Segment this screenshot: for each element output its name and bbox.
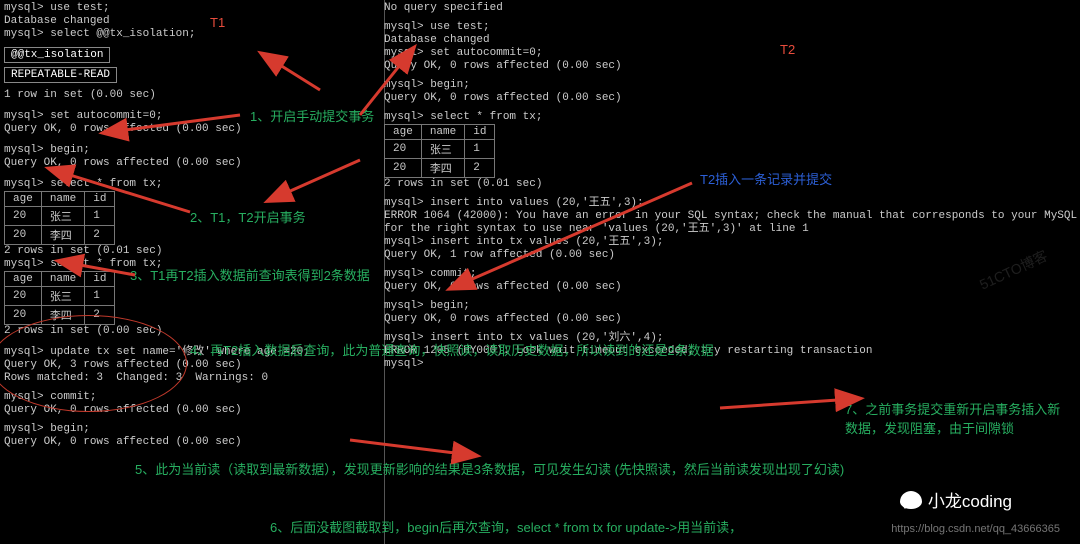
line: Query OK, 0 rows affected (0.00 sec) <box>384 281 1080 294</box>
result-table-1: agenameid 20张三1 20李四2 <box>4 191 115 245</box>
note-7: 7、之前事务提交重新开启事务插入新数据，发现阻塞，由于间隙锁 <box>845 399 1065 437</box>
wechat-text: 小龙coding <box>928 487 1012 512</box>
isolation-header: @@tx_isolation <box>4 47 110 63</box>
line: mysql> begin; <box>4 423 380 436</box>
line: Query OK, 0 rows affected (0.00 sec) <box>384 313 1080 326</box>
line: Query OK, 0 rows affected (0.00 sec) <box>384 92 1080 105</box>
line: for the right syntax to use near 'values… <box>384 223 1080 236</box>
line: mysql> use test; <box>4 2 380 15</box>
wechat-badge: 小龙coding <box>900 487 1012 512</box>
note-4: 4、再T2插入数据后查询，此为普通查询，快照读，读取历史数据，所以读到的还是2条… <box>190 340 790 359</box>
note-3: 3、T1再T2插入数据前查询表得到2条数据 <box>130 265 370 284</box>
line: Query OK, 1 row affected (0.00 sec) <box>384 249 1080 262</box>
label-t1: T1 <box>210 15 225 30</box>
line: mysql> begin; <box>384 79 1080 92</box>
note-6: 6、后面没截图截取到，begin后再次查询，select * from tx f… <box>270 517 970 536</box>
wechat-icon <box>900 491 922 509</box>
line: Database changed <box>4 15 380 28</box>
line: mysql> insert into tx values (20,'王五',3)… <box>384 236 1080 249</box>
line: mysql> begin; <box>384 300 1080 313</box>
line: Query OK, 0 rows affected (0.00 sec) <box>384 60 1080 73</box>
note-5: 5、此为当前读（读取到最新数据），发现更新影响的结果是3条数据，可见发生幻读 (… <box>135 459 1035 478</box>
line: No query specified <box>384 2 1080 15</box>
line: mysql> begin; <box>4 144 380 157</box>
label-t2: T2 <box>780 42 795 57</box>
url-watermark: https://blog.csdn.net/qq_43666365 <box>891 523 1060 535</box>
line: Database changed <box>384 34 1080 47</box>
note-t2-insert: T2插入一条记录并提交 <box>700 169 832 188</box>
isolation-value: REPEATABLE-READ <box>4 67 117 83</box>
line: 1 row in set (0.00 sec) <box>4 89 380 102</box>
line: mysql> use test; <box>384 21 1080 34</box>
line: Query OK, 0 rows affected (0.00 sec) <box>4 157 380 170</box>
line: mysql> commit; <box>384 268 1080 281</box>
line: mysql> select * from tx; <box>384 111 1080 124</box>
line: mysql> insert into values (20,'王五',3); <box>384 197 1080 210</box>
note-2: 2、T1，T2开启事务 <box>190 207 306 226</box>
line: Query OK, 0 rows affected (0.00 sec) <box>4 436 380 449</box>
result-table-3: agenameid 20张三1 20李四2 <box>384 124 495 178</box>
line: ERROR 1064 (42000): You have an error in… <box>384 210 1080 223</box>
line: mysql> select @@tx_isolation; <box>4 28 380 41</box>
line: mysql> set autocommit=0; <box>384 47 1080 60</box>
line: mysql> <box>384 358 1080 371</box>
note-1: 1、开启手动提交事务 <box>250 106 374 125</box>
line: mysql> select * from tx; <box>4 178 380 191</box>
line: 2 rows in set (0.01 sec) <box>4 245 380 258</box>
